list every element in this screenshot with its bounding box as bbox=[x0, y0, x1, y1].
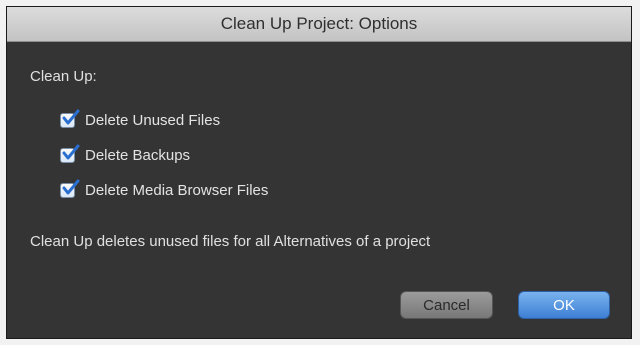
ok-button[interactable]: OK bbox=[518, 291, 610, 319]
section-label: Clean Up: bbox=[30, 68, 97, 85]
dialog-title: Clean Up Project: Options bbox=[220, 14, 418, 33]
description-text: Clean Up deletes unused files for all Al… bbox=[30, 233, 431, 250]
checkbox-delete-unused-files[interactable] bbox=[60, 109, 80, 128]
checkbox-delete-media-browser-files[interactable] bbox=[60, 179, 80, 198]
checkmark-icon bbox=[62, 144, 80, 160]
checkmark-icon bbox=[62, 179, 80, 195]
option-label: Delete Unused Files bbox=[85, 112, 221, 129]
options-list: Delete Unused Files Delete Backups Delet… bbox=[60, 103, 268, 208]
option-delete-unused-files[interactable]: Delete Unused Files bbox=[60, 103, 268, 138]
cancel-button[interactable]: Cancel bbox=[400, 291, 493, 319]
dialog-titlebar: Clean Up Project: Options bbox=[7, 7, 631, 42]
checkbox-delete-backups[interactable] bbox=[60, 144, 80, 163]
option-label: Delete Backups bbox=[85, 147, 191, 164]
checkmark-icon bbox=[62, 109, 80, 125]
clean-up-options-dialog: Clean Up Project: Options Clean Up: Dele… bbox=[6, 6, 632, 339]
option-delete-backups[interactable]: Delete Backups bbox=[60, 138, 268, 173]
option-label: Delete Media Browser Files bbox=[85, 182, 269, 199]
option-delete-media-browser-files[interactable]: Delete Media Browser Files bbox=[60, 173, 268, 208]
